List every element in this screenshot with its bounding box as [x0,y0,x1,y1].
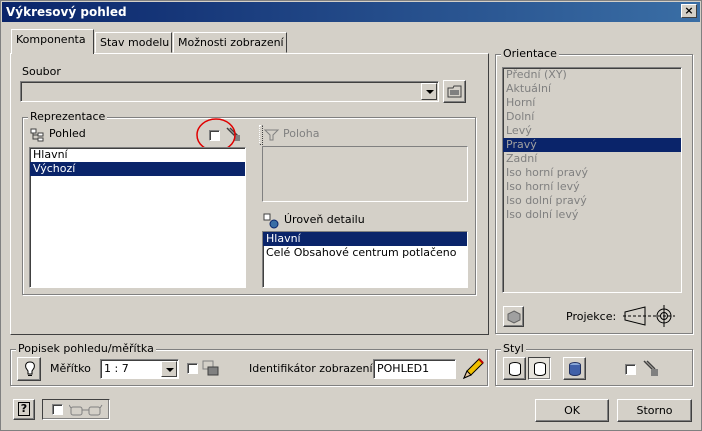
chevron-down-icon[interactable] [161,361,177,377]
browse-folder-button[interactable] [443,80,466,103]
help-button[interactable]: ? [13,399,35,420]
style-from-base-icon [643,360,658,376]
list-item[interactable]: Iso dolní levý [503,208,681,222]
position-icon [264,129,280,141]
list-item[interactable]: Horní [503,96,681,110]
position-list [262,146,468,202]
list-item[interactable]: Iso horní levý [503,180,681,194]
show-scale-checkbox[interactable] [187,363,198,374]
style-group-label: Styl [501,342,526,355]
glasses-icon [69,404,103,416]
detail-label: Úroveň detailu [284,213,365,226]
list-item[interactable]: Levý [503,124,681,138]
identifier-label: Identifikátor zobrazení [249,362,373,375]
level-of-detail-icon [263,213,279,229]
cylinder-visible-icon [534,362,546,376]
scale-visibility-icon [202,360,219,376]
scale-label: Měřítko [50,362,91,375]
view-label: Pohled [49,127,86,140]
tab-komponenta[interactable]: Komponenta [11,29,94,54]
tab-stav-modelu[interactable]: Stav modelu [95,32,172,53]
ok-button[interactable]: OK [535,399,609,422]
cancel-button[interactable]: Storno [617,399,692,422]
style-from-base-checkbox[interactable] [625,364,636,375]
projection-icon[interactable] [623,303,675,329]
list-item[interactable]: Celé Obsahové centrum potlačeno [263,246,467,260]
folder-icon [447,85,462,98]
bulb-icon [25,361,35,376]
list-item[interactable]: Pravý [503,138,681,152]
cylinder-hidden-icon [509,362,521,376]
style-shaded-button[interactable] [563,357,586,380]
cube-view-icon [507,310,521,324]
cylinder-shaded-icon [569,362,581,376]
list-item[interactable]: Výchozí [30,162,245,176]
list-item[interactable]: Hlavní [263,232,467,246]
list-item[interactable]: Iso dolní pravý [503,194,681,208]
representation-group-label: Reprezentace [28,110,108,123]
title-bar: Výkresový pohled × [2,2,700,22]
scale-combo[interactable]: 1 : 7 [100,359,179,379]
close-button[interactable]: × [681,4,697,18]
tab-moznosti-zobrazeni[interactable]: Možnosti zobrazení [173,32,287,53]
detail-list[interactable]: Hlavní Celé Obsahové centrum potlačeno [262,231,468,288]
list-item[interactable]: Dolní [503,110,681,124]
preview-toggle-button[interactable] [42,399,110,420]
view-representation-icon [30,128,44,142]
projection-label: Projekce: [566,310,617,323]
identifier-value: POHLED1 [377,362,430,375]
style-hidden-lines-button[interactable] [503,357,526,380]
pencil-icon[interactable] [460,356,486,382]
list-item[interactable]: Přední (XY) [503,68,681,82]
custom-view-button[interactable] [503,306,524,327]
help-icon: ? [18,402,30,416]
list-item[interactable]: Aktuální [503,82,681,96]
preview-checkbox[interactable] [52,404,63,415]
list-item[interactable]: Hlavní [30,148,245,162]
label-scale-group-label: Popisek pohledu/měřítka [16,342,156,355]
position-label: Poloha [283,127,320,140]
file-label: Soubor [22,65,61,78]
orientation-list[interactable]: Přední (XY) Aktuální Horní Dolní Levý Pr… [502,67,682,293]
orientation-group-label: Orientace [501,47,559,60]
chevron-down-icon[interactable] [421,83,437,100]
position-separator [259,125,263,145]
scale-value: 1 : 7 [104,362,129,375]
file-combo[interactable] [20,81,439,102]
dialog-window: Výkresový pohled × Komponenta Stav model… [0,0,702,431]
edit-label-button[interactable] [17,357,41,381]
window-title: Výkresový pohled [6,5,127,19]
style-hidden-removed-button[interactable] [528,357,551,380]
identifier-input[interactable]: POHLED1 [373,359,456,379]
list-item[interactable]: Iso horní pravý [503,166,681,180]
view-list[interactable]: Hlavní Výchozí [29,147,246,288]
list-item[interactable]: Zadní [503,152,681,166]
